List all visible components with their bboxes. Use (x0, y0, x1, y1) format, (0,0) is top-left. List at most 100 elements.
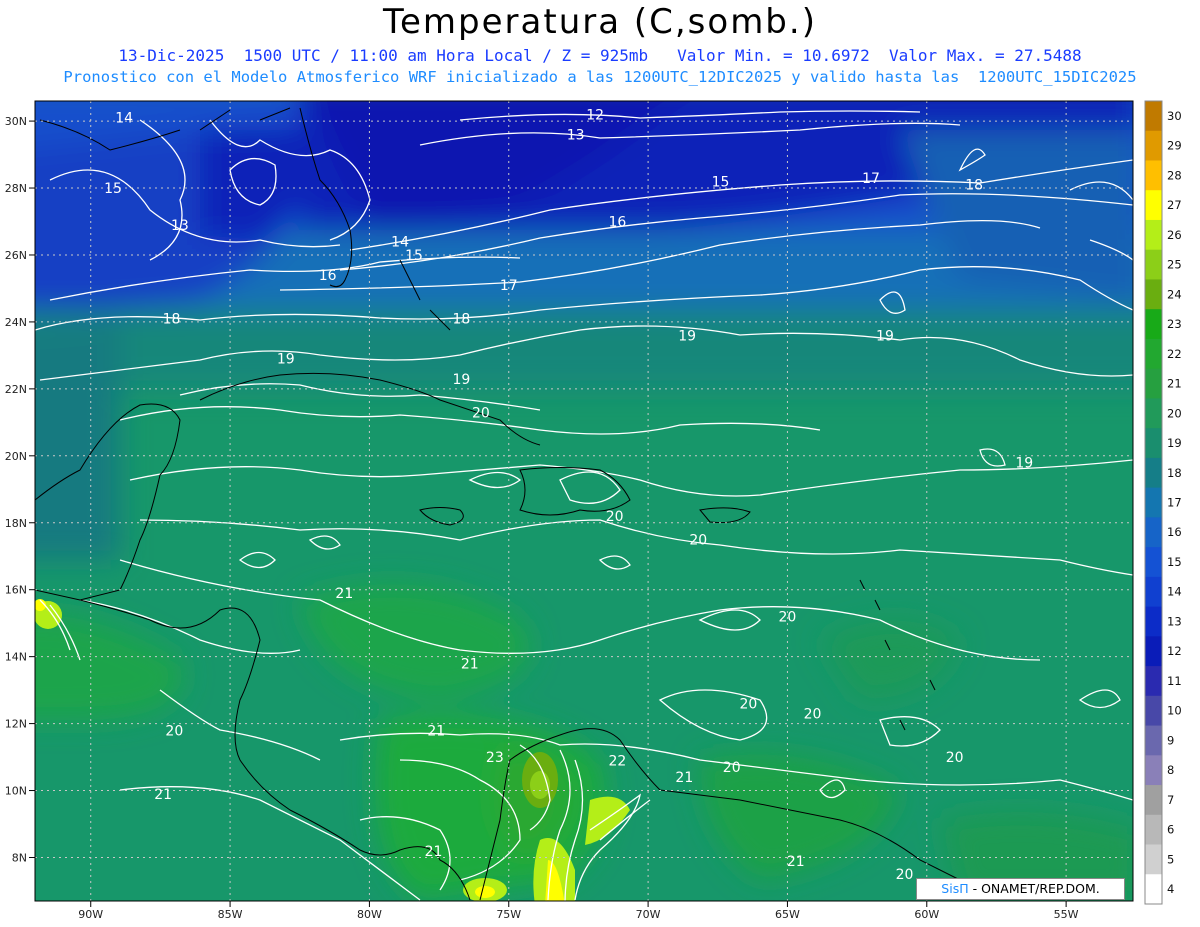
lon-tick-label: 70W (636, 908, 661, 921)
colorbar-label: 30 (1167, 109, 1182, 123)
colorbar-swatch (1145, 547, 1162, 578)
temperature-field: 14 121315 15 17 1813 161415161718 1819 19191920… (35, 101, 1133, 901)
isotherm-label: 19 (876, 328, 894, 344)
colorbar-label: 13 (1167, 614, 1182, 628)
colorbar-swatch (1145, 755, 1162, 786)
colorbar-label: 8 (1167, 763, 1174, 777)
colorbar-swatch (1145, 309, 1162, 340)
lat-tick-label: 22N (5, 383, 27, 396)
colorbar-label: 15 (1167, 555, 1182, 569)
isotherm-label: 23 (486, 750, 504, 766)
isotherm-label: 18 (965, 178, 983, 194)
isotherm-label: 20 (606, 509, 624, 525)
colorbar-swatch (1145, 338, 1162, 370)
isotherm-label: 12 (586, 107, 604, 123)
lat-tick-label: 24N (5, 316, 27, 329)
colorbar-label: 16 (1167, 525, 1182, 539)
isotherm-label: 16 (609, 215, 627, 231)
colorbar-label: 20 (1167, 406, 1182, 420)
isotherm-label: 17 (862, 171, 880, 187)
colorbar-swatch (1145, 517, 1162, 548)
lon-tick-label: 80W (357, 908, 382, 921)
isotherm-label: 18 (452, 312, 470, 328)
lat-tick-label: 30N (5, 115, 27, 128)
lat-tick-label: 20N (5, 450, 27, 463)
colorbar-swatch (1145, 190, 1162, 221)
colorbar-swatch (1145, 160, 1162, 191)
credit-box: SisΠ - ONAMET/REP.DOM. (916, 878, 1125, 900)
isotherm-label: 21 (425, 844, 443, 860)
colorbar-label: 29 (1167, 139, 1182, 153)
colorbar-swatch (1145, 368, 1162, 399)
colorbar-swatch (1145, 844, 1162, 875)
isotherm-label: 19 (678, 328, 696, 344)
isotherm-label: 20 (740, 697, 758, 713)
colorbar-swatch (1145, 785, 1162, 816)
colorbar-swatch (1145, 576, 1162, 608)
colorbar-swatch (1145, 666, 1162, 697)
isotherm-label: 21 (335, 586, 353, 602)
colorbar-label: 7 (1167, 793, 1174, 807)
colorbar-label: 19 (1167, 436, 1182, 450)
colorbar-swatch (1145, 457, 1162, 489)
colorbar-label: 12 (1167, 644, 1182, 658)
isotherm-label: 20 (723, 760, 741, 776)
colorbar-label: 27 (1167, 198, 1182, 212)
colorbar-swatch (1145, 219, 1162, 251)
lat-tick-label: 14N (5, 651, 27, 664)
lat-tick-label: 28N (5, 182, 27, 195)
isotherm-label: 18 (163, 312, 181, 328)
colorbar-swatch (1145, 428, 1162, 459)
colorbar-swatch (1145, 606, 1162, 637)
sispi-brand: SisΠ (941, 881, 969, 896)
isotherm-label: 19 (1015, 456, 1033, 472)
isotherm-label: 20 (946, 750, 964, 766)
isotherm-label: 17 (500, 278, 518, 294)
colorbar-swatch (1145, 814, 1162, 846)
isotherm-label: 13 (567, 127, 585, 143)
colorbar-label: 5 (1167, 852, 1174, 866)
lon-tick-label: 75W (496, 908, 521, 921)
isotherm-label: 20 (472, 405, 490, 421)
lon-tick-label: 85W (218, 908, 243, 921)
isotherm-label: 15 (712, 174, 730, 190)
colorbar-swatch (1145, 249, 1162, 280)
colorbar-swatch (1145, 874, 1162, 905)
isotherm-label: 19 (452, 372, 470, 388)
lon-tick-label: 65W (775, 908, 800, 921)
isotherm-label: 20 (165, 723, 183, 739)
isotherm-label: 15 (405, 248, 423, 264)
colorbar-label: 14 (1167, 585, 1182, 599)
isotherm-label: 21 (427, 723, 445, 739)
colorbar-swatch (1145, 487, 1162, 518)
colorbar-label: 25 (1167, 258, 1182, 272)
isotherm-label: 15 (104, 181, 122, 197)
colorbar-swatch (1145, 695, 1162, 727)
isotherm-label: 21 (787, 854, 805, 870)
colorbar-swatch (1145, 101, 1162, 132)
lat-tick-label: 18N (5, 517, 27, 530)
isotherm-label: 20 (779, 609, 797, 625)
colorbar-label: 9 (1167, 733, 1174, 747)
colorbar-label: 21 (1167, 377, 1182, 391)
colorbar-label: 23 (1167, 317, 1182, 331)
colorbar-swatch (1145, 725, 1162, 756)
colorbar-label: 11 (1167, 674, 1182, 688)
colorbar-label: 18 (1167, 466, 1182, 480)
colorbar-label: 24 (1167, 287, 1182, 301)
lat-tick-label: 12N (5, 718, 27, 731)
lon-tick-label: 90W (78, 908, 103, 921)
isotherm-label: 13 (171, 218, 189, 234)
colorbar-label: 28 (1167, 168, 1182, 182)
lon-tick-label: 60W (914, 908, 939, 921)
isotherm-label: 21 (461, 656, 479, 672)
isotherm-label: 19 (277, 352, 295, 368)
lat-tick-label: 16N (5, 584, 27, 597)
isotherm-label: 21 (154, 787, 172, 803)
isotherm-label: 16 (319, 268, 337, 284)
credit-text: - ONAMET/REP.DOM. (972, 881, 1100, 896)
colorbar-label: 26 (1167, 228, 1182, 242)
lon-tick-label: 55W (1054, 908, 1079, 921)
temperature-map: 14 121315 15 17 1813 161415161718 1819 19191920… (5, 100, 1182, 921)
temperature-colorbar: 30 29 28 27 26 25 24 23 22 21 20 19 18 17 16 15 14 13 12 11… (1144, 100, 1182, 905)
